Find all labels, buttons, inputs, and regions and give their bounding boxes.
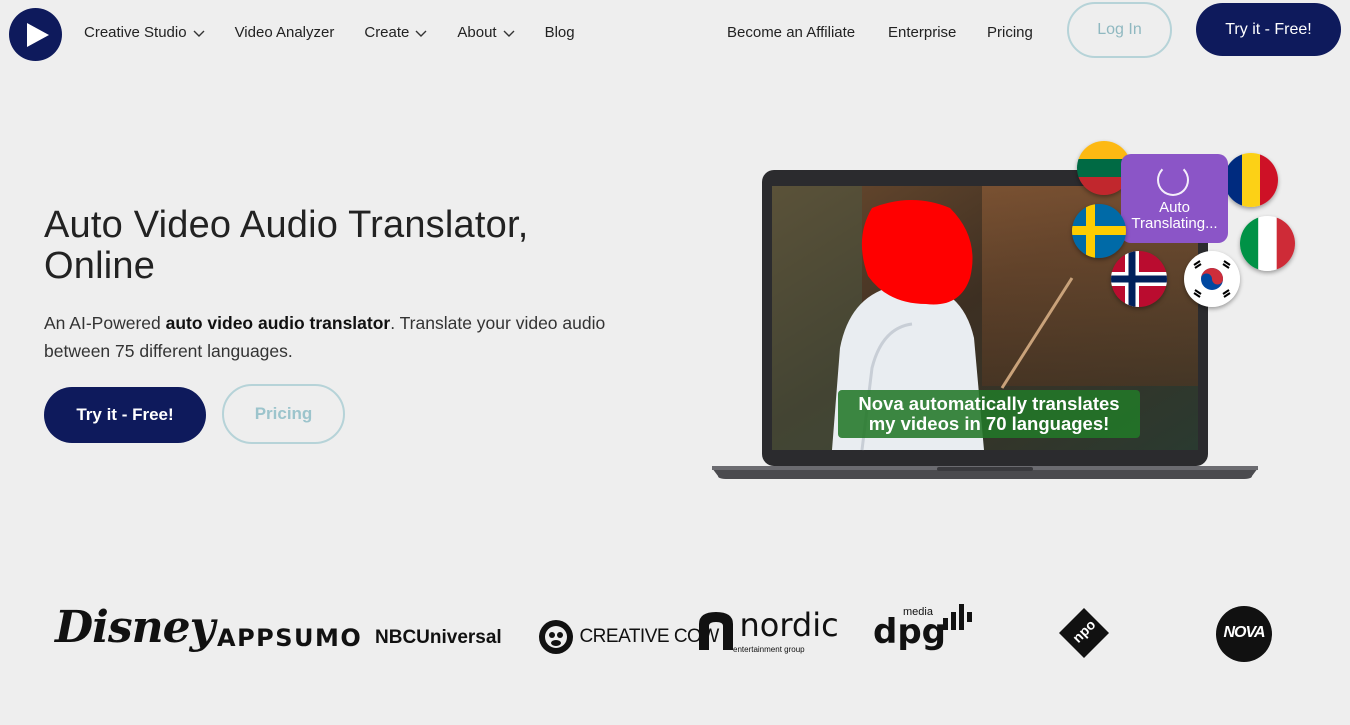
nav-creative-studio[interactable]: Creative Studio (84, 24, 205, 41)
italy-flag-icon (1240, 216, 1295, 271)
chevron-down-icon (193, 30, 205, 37)
loading-spinner-icon (1157, 164, 1189, 196)
nova-logo: NOVA (1216, 606, 1272, 662)
norway-flag-icon (1111, 251, 1167, 307)
disney-logo: Disney (55, 602, 215, 653)
romania-flag-icon (1224, 153, 1278, 207)
auto-translating-status: Auto Translating... (1121, 154, 1228, 243)
nbcuniversal-logo: NBCUniversal (375, 627, 502, 648)
page-title: Auto Video Audio Translator, Online (44, 204, 529, 287)
main-nav: Creative Studio Video Analyzer Create Ab… (84, 24, 605, 41)
customer-logos: Disney APPSUMO NBCUniversal CREATIVE COW… (0, 596, 1350, 676)
nav-blog[interactable]: Blog (545, 24, 575, 41)
appsumo-logo: APPSUMO (217, 624, 363, 652)
nordic-n-icon (699, 612, 733, 650)
chevron-down-icon (503, 30, 515, 37)
video-caption: Nova automatically translates my videos … (838, 390, 1140, 438)
nav-create[interactable]: Create (364, 24, 427, 41)
nav-enterprise[interactable]: Enterprise (888, 24, 956, 41)
try-free-hero-button[interactable]: Try it - Free! (44, 387, 206, 443)
nav-affiliate[interactable]: Become an Affiliate (727, 24, 855, 41)
play-icon (26, 22, 49, 47)
pricing-hero-button[interactable]: Pricing (222, 384, 345, 444)
hero-description: An AI-Powered auto video audio translato… (44, 313, 606, 361)
nordic-entertainment-logo: nordic entertainment group (697, 606, 839, 654)
creative-cow-logo: CREATIVE COW (537, 618, 719, 656)
bars-icon (943, 604, 972, 630)
login-button[interactable]: Log In (1067, 2, 1172, 58)
chevron-down-icon (415, 30, 427, 37)
south-korea-flag-icon (1184, 251, 1240, 307)
nav-pricing[interactable]: Pricing (987, 24, 1033, 41)
cow-emblem-icon (539, 620, 573, 654)
home-logo-button[interactable] (9, 8, 62, 61)
nav-video-analyzer[interactable]: Video Analyzer (235, 24, 335, 41)
try-free-nav-button[interactable]: Try it - Free! (1196, 3, 1341, 56)
npo-logo: npo (1059, 608, 1109, 663)
nav-about[interactable]: About (457, 24, 515, 41)
sweden-flag-icon (1072, 204, 1126, 258)
